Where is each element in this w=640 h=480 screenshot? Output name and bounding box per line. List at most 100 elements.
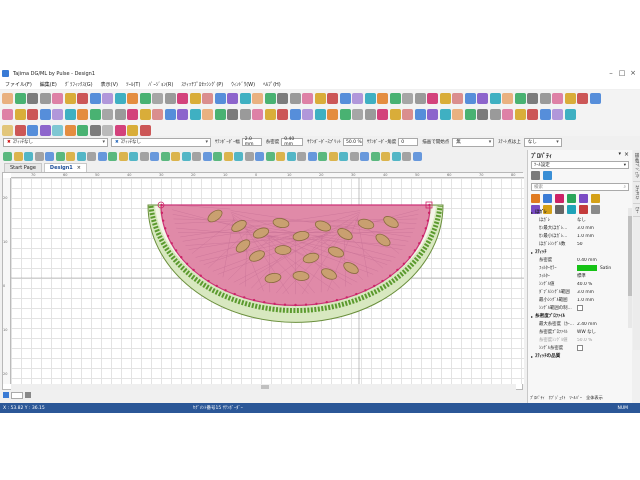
color-swatch[interactable] [577,265,597,271]
tab-properties[interactable]: ﾌﾟﾛﾊﾟﾃｨ [530,395,545,401]
toolbar-tool-icon[interactable] [64,124,76,136]
stitch-tool-icon[interactable] [213,151,222,161]
stitch-tool-icon[interactable] [349,151,359,161]
toolbar-tool-icon[interactable] [89,92,101,104]
toolbar-tool-icon[interactable] [177,108,188,120]
toolbar-tool-icon[interactable] [102,92,113,104]
node-handle[interactable] [421,234,425,238]
toolbar-tool-icon[interactable] [202,108,213,120]
stitch-tool-icon[interactable] [370,151,380,161]
collapse-icon[interactable]: ▸ [531,314,533,319]
property-row[interactable]: ｼﾝｸﾞﾙ範囲の制... [531,304,628,312]
node-handle[interactable] [199,274,202,277]
split-input[interactable]: 50.0 % [343,138,363,146]
toolbar-tool-icon[interactable] [539,108,551,120]
property-tool-icon[interactable] [543,194,552,203]
pin-icon[interactable]: ▾ [618,151,621,157]
toolbar-tool-icon[interactable] [552,108,563,120]
menu-window[interactable]: ｳｨﾝﾄﾞｳ(W) [231,81,255,88]
property-row[interactable]: ｼﾝｸﾞﾙ糸密度 [531,344,628,352]
node-handle[interactable] [192,268,195,272]
toolbar-tool-icon[interactable] [289,108,301,120]
alphabetical-icon[interactable] [543,171,552,180]
toolbar-tool-icon[interactable] [39,108,51,120]
property-value[interactable]: 50 [575,242,628,247]
property-row[interactable]: ﾌｨﾙﾀｰ 標準 [531,272,628,280]
stitch-tool-icon[interactable] [129,151,138,161]
node-handle[interactable] [325,301,328,304]
node-handle[interactable] [283,303,287,306]
menu-graphics[interactable]: ｸﾞﾗﾌｨｯｸｽ(G) [65,81,93,88]
node-handle[interactable] [335,298,339,302]
toolbar-tool-icon[interactable] [27,124,38,136]
stitch-tool-icon[interactable] [97,151,107,161]
property-value[interactable]: 標準 [575,273,628,279]
toolbar-tool-icon[interactable] [452,92,463,104]
property-tool-icon[interactable] [531,194,540,203]
toolbar-tool-icon[interactable] [489,92,501,104]
toolbar-tool-icon[interactable] [64,108,76,120]
angle-input[interactable]: 0 [398,138,419,146]
node-handle[interactable] [166,234,170,238]
stitch-tool-icon[interactable] [192,151,201,161]
stitch-tool-icon[interactable] [381,151,390,161]
node-handle[interactable] [418,242,421,245]
toolbar-tool-icon[interactable] [2,108,13,120]
toolbar-tool-icon[interactable] [277,108,288,120]
property-scrollbar[interactable] [628,208,632,328]
property-value[interactable]: 2.40 mm [575,322,628,327]
toolbar-tool-icon[interactable] [377,108,388,120]
stitch-tool-icon[interactable] [339,151,348,161]
scrollbar-thumb[interactable] [628,216,632,296]
stitch-type-select-1[interactable]: ✖ ｽﾃｨｯﾁなし ▾ [3,137,108,147]
tab-overview[interactable]: 全体表示 [586,395,603,401]
toolbar-tool-icon[interactable] [389,108,401,120]
property-tool-icon[interactable] [567,194,576,203]
toolbar-tool-icon[interactable] [139,124,151,136]
property-value[interactable]: 1.0 mm [575,298,628,303]
node-handle[interactable] [426,219,430,222]
toolbar-tool-icon[interactable] [464,108,476,120]
stitch-tool-icon[interactable] [276,151,285,161]
toolbar-tool-icon[interactable] [189,108,201,120]
collapse-icon[interactable]: ▸ [531,210,533,215]
stitch-tool-icon[interactable] [286,151,296,161]
property-row[interactable]: 糸密度 0.40 mm [531,256,628,264]
stitch-tool-icon[interactable] [139,151,149,161]
stitch-tool-icon[interactable] [24,151,33,161]
toolbar-tool-icon[interactable] [252,108,263,120]
stitch-tool-icon[interactable] [297,151,306,161]
menu-edit[interactable]: 編集(E) [40,81,57,88]
toolbar-tool-icon[interactable] [139,108,151,120]
property-value[interactable]: 3.0 mm [575,226,628,231]
toolbar-tool-icon[interactable] [264,92,276,104]
toolbar-tool-icon[interactable] [77,124,88,136]
property-tool-icon[interactable] [591,194,600,203]
node-handle[interactable] [215,284,218,288]
design-canvas[interactable]: 70 60 50 40 30 20 10 0 10 20 30 40 50 60 70 80 20 10 0 10 2… [2,172,524,390]
canvas-grid[interactable] [11,178,524,384]
toolbar-tool-icon[interactable] [502,108,513,120]
toolbar-tool-icon[interactable] [477,92,488,104]
stitch-tool-icon[interactable] [108,151,117,161]
border-width-input[interactable]: 2.0 mm [241,137,262,147]
menu-stitch-processing[interactable]: ｽﾃｨｯﾁﾌﾟﾛｾｯｼﾝｸﾞ(P) [181,81,223,88]
toolbar-tool-icon[interactable] [14,92,26,104]
tab-toolbar[interactable]: ﾂｰﾙﾊﾞｰ [569,395,582,401]
node-handle[interactable] [161,219,165,222]
toolbar-tool-icon[interactable] [289,92,301,104]
node-handle[interactable] [424,227,427,230]
toolbar-tool-icon[interactable] [14,124,26,136]
toolbar-tool-icon[interactable] [364,108,376,120]
toolbar-tool-icon[interactable] [464,92,476,104]
node-handle[interactable] [174,249,178,252]
stitch-tool-icon[interactable] [244,151,254,161]
property-row[interactable]: ｼﾝｸﾞﾙ値 40.0 % [531,280,628,288]
node-handle[interactable] [408,256,411,259]
toolbar-tool-icon[interactable] [552,92,563,104]
property-search-input[interactable]: 検索 ⌕ [531,183,629,191]
node-handle[interactable] [304,303,308,306]
toolbar-tool-icon[interactable] [402,92,413,104]
node-handle[interactable] [164,227,167,230]
stitch-tool-icon[interactable] [391,151,401,161]
